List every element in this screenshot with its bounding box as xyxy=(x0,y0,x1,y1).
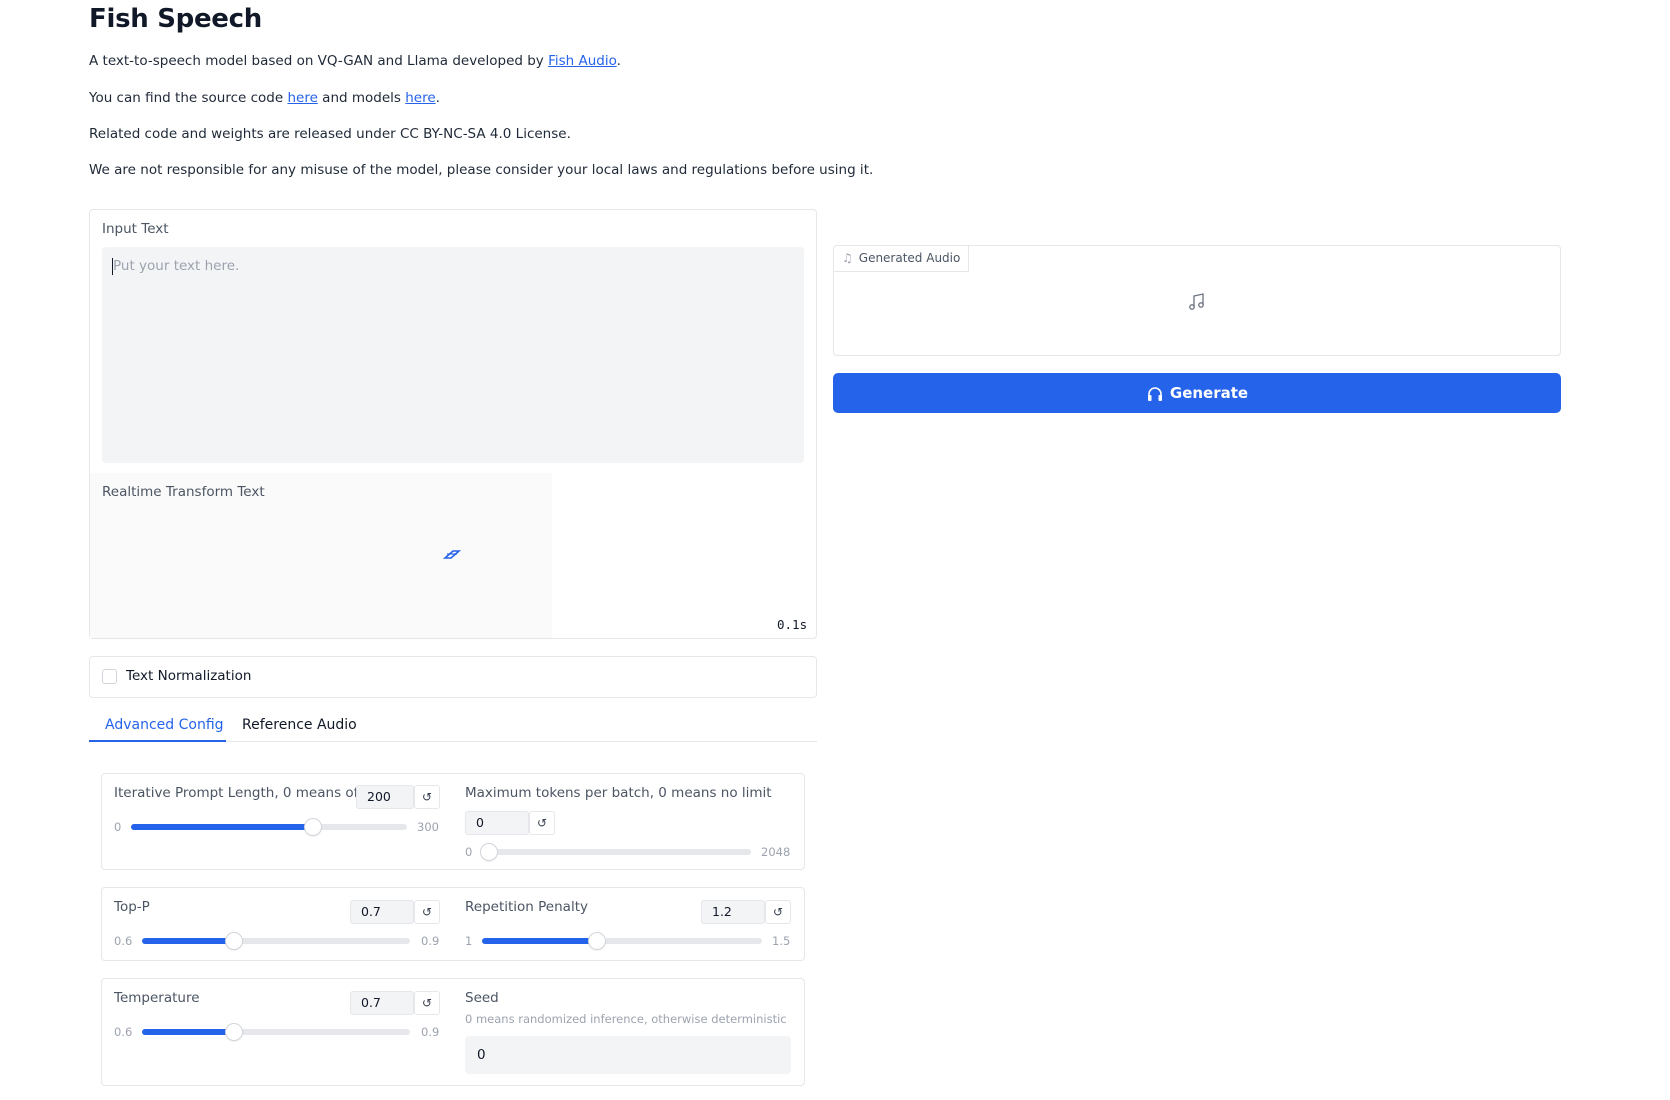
max-tokens-label: Maximum tokens per batch, 0 means no lim… xyxy=(465,785,772,801)
max-tokens-min: 0 xyxy=(465,845,473,859)
seed-label: Seed xyxy=(465,990,499,1006)
source-code-link[interactable]: here xyxy=(287,90,317,106)
prompt-length-input[interactable]: 200 xyxy=(356,785,414,809)
repetition-penalty-thumb[interactable] xyxy=(589,933,605,949)
input-text-area[interactable] xyxy=(102,247,804,463)
license-text: Related code and weights are released un… xyxy=(89,126,571,142)
description-line-1: A text-to-speech model based on VQ-GAN a… xyxy=(89,53,621,69)
realtime-transform-label: Realtime Transform Text xyxy=(102,484,265,500)
top-p-thumb[interactable] xyxy=(226,933,242,949)
temperature-reset-button[interactable]: ↺ xyxy=(414,991,440,1015)
temperature-min: 0.6 xyxy=(114,1025,133,1039)
config-row-2 xyxy=(101,887,805,961)
text-normalization-checkbox[interactable] xyxy=(102,669,117,684)
max-tokens-reset-button[interactable]: ↺ xyxy=(529,811,555,835)
text-normalization-label: Text Normalization xyxy=(126,668,252,684)
music-note-icon xyxy=(1187,292,1207,312)
elapsed-timer: 0.1s xyxy=(777,617,808,632)
repetition-penalty-max: 1.5 xyxy=(772,934,791,948)
page-title: Fish Speech xyxy=(89,4,262,34)
top-p-fill xyxy=(142,938,232,944)
reset-icon: ↺ xyxy=(421,905,433,919)
temperature-input[interactable]: 0.7 xyxy=(350,991,414,1015)
seed-input[interactable]: 0 xyxy=(465,1036,791,1074)
repetition-penalty-input[interactable]: 1.2 xyxy=(701,900,765,924)
temperature-label: Temperature xyxy=(114,990,200,1006)
top-p-max: 0.9 xyxy=(421,934,440,948)
repetition-penalty-min: 1 xyxy=(465,934,473,948)
generate-button[interactable]: Generate xyxy=(833,373,1561,413)
top-p-input[interactable]: 0.7 xyxy=(350,900,414,924)
prompt-length-label: Iterative Prompt Length, 0 means off xyxy=(114,785,363,801)
top-p-label: Top-P xyxy=(114,899,150,915)
prompt-length-min: 0 xyxy=(114,820,122,834)
reset-icon: ↺ xyxy=(421,790,433,804)
loading-icon xyxy=(442,547,462,561)
generate-label: Generate xyxy=(1169,384,1249,402)
prompt-length-max: 300 xyxy=(417,820,439,834)
max-tokens-max: 2048 xyxy=(761,845,791,859)
max-tokens-input[interactable]: 0 xyxy=(465,811,529,835)
prompt-length-fill xyxy=(131,824,313,830)
seed-hint: 0 means randomized inference, otherwise … xyxy=(465,1012,787,1026)
repetition-penalty-label: Repetition Penalty xyxy=(465,899,588,915)
top-p-reset-button[interactable]: ↺ xyxy=(414,900,440,924)
reset-icon: ↺ xyxy=(536,816,548,830)
max-tokens-track[interactable] xyxy=(481,849,751,855)
reset-icon: ↺ xyxy=(421,996,433,1010)
temperature-thumb[interactable] xyxy=(226,1024,242,1040)
active-tab-indicator xyxy=(89,740,226,742)
music-note-icon: ♫ xyxy=(842,251,853,265)
generated-audio-tag: ♫ Generated Audio xyxy=(834,246,970,272)
temperature-fill xyxy=(142,1029,232,1035)
models-link[interactable]: here xyxy=(405,90,435,106)
tab-reference-audio[interactable]: Reference Audio xyxy=(242,717,357,733)
reset-icon: ↺ xyxy=(772,905,784,919)
tab-advanced-config[interactable]: Advanced Config xyxy=(105,717,224,733)
input-text-label: Input Text xyxy=(102,221,169,237)
top-p-min: 0.6 xyxy=(114,934,133,948)
temperature-max: 0.9 xyxy=(421,1025,440,1039)
input-placeholder: Put your text here. xyxy=(113,258,240,274)
prompt-length-reset-button[interactable]: ↺ xyxy=(414,785,440,809)
description-line-2: You can find the source code here and mo… xyxy=(89,90,440,106)
prompt-length-thumb[interactable] xyxy=(305,819,321,835)
repetition-penalty-reset-button[interactable]: ↺ xyxy=(765,900,791,924)
disclaimer-text: We are not responsible for any misuse of… xyxy=(89,162,874,178)
headphones-icon xyxy=(1146,374,1164,414)
repetition-penalty-fill xyxy=(482,938,596,944)
fish-audio-link[interactable]: Fish Audio xyxy=(548,53,617,69)
max-tokens-thumb[interactable] xyxy=(481,844,497,860)
